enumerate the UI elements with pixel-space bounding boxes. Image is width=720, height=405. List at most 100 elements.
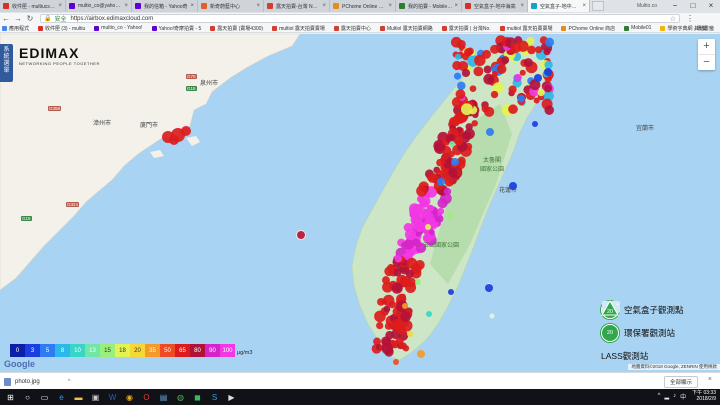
network-icon[interactable]: ▂ [664, 393, 669, 400]
sensor-dot[interactable] [437, 178, 445, 186]
sensor-dot[interactable] [382, 294, 395, 307]
windows-start-icon[interactable]: ⊞ [4, 391, 17, 403]
sensor-dot[interactable] [517, 94, 525, 103]
line-icon[interactable]: ◼ [191, 391, 204, 403]
other-bookmarks[interactable]: 其他書籤 [694, 25, 714, 32]
sensor-dot[interactable] [394, 255, 402, 263]
download-item[interactable]: photo.jpg [4, 377, 40, 386]
sensor-dot[interactable] [456, 39, 466, 49]
sensor-dot[interactable] [297, 231, 305, 239]
sensor-dot[interactable] [427, 204, 435, 212]
sensor-dot[interactable] [544, 68, 552, 76]
sensor-dot[interactable] [445, 158, 452, 165]
bookmark-item[interactable]: 收件匣 (3) - multiu [38, 25, 85, 32]
back-button[interactable]: ← [0, 14, 12, 23]
sensor-dot[interactable] [490, 90, 499, 99]
sensor-dot[interactable] [437, 198, 448, 209]
skype-icon[interactable]: S [208, 391, 221, 403]
sensor-dot[interactable] [414, 259, 425, 270]
sensor-dot[interactable] [384, 347, 394, 357]
sensor-dot[interactable] [487, 76, 495, 84]
sensor-dot[interactable] [543, 84, 553, 93]
browser-menu-icon[interactable]: ⋮ [686, 14, 694, 23]
bookmark-item[interactable]: 露天拍賣 | 台灣No. [441, 25, 491, 32]
sensor-dot[interactable] [466, 47, 474, 55]
sensor-dot[interactable] [415, 279, 421, 285]
tab-close-icon[interactable]: × [256, 3, 260, 9]
close-window-button[interactable]: × [702, 0, 720, 13]
sensor-dot[interactable] [482, 49, 491, 59]
sensor-dot[interactable] [402, 303, 408, 309]
browser-tab[interactable]: 收件匣 - multiucs@g × [0, 0, 66, 12]
bookmark-item[interactable]: Mobile01 [624, 25, 651, 31]
bookmark-item[interactable]: multiol 露天拍賣賣場 [499, 25, 552, 32]
sensor-dot[interactable] [544, 105, 554, 115]
reload-button[interactable]: ↻ [24, 14, 36, 23]
browser-tab[interactable]: 我的拍賣 - Mobile01 × [396, 0, 462, 12]
sensor-dot[interactable] [451, 158, 459, 166]
sensor-dot[interactable] [519, 69, 526, 76]
clock[interactable]: 下午 03:33 2018/2/9 [692, 390, 716, 402]
browser-tab[interactable]: 空氣盒子-地中海AQ × [528, 0, 590, 12]
browser-tab[interactable]: 我的信箱 - Yahoo奇 × [132, 0, 198, 12]
sensor-dot[interactable] [491, 70, 498, 77]
sensor-dot[interactable] [374, 310, 386, 323]
sensor-dot[interactable] [543, 48, 551, 56]
sensor-dot[interactable] [453, 72, 462, 80]
sensor-dot[interactable] [449, 141, 455, 147]
sensor-dot[interactable] [484, 106, 495, 117]
sensor-dot[interactable] [426, 311, 432, 317]
sensor-dot[interactable] [385, 330, 394, 340]
media-player-icon[interactable]: ▶ [225, 391, 238, 403]
sensor-dot[interactable] [455, 89, 466, 100]
sensor-dot[interactable] [486, 128, 494, 136]
air-quality-map[interactable]: 系 統 選 單 EDIMAX NETWORKING PEOPLE TOGETHE… [0, 34, 720, 372]
tab-close-icon[interactable]: × [454, 3, 458, 9]
opera-icon[interactable]: O [140, 391, 153, 403]
sensor-dot[interactable] [425, 224, 431, 230]
sensor-dot[interactable] [388, 323, 396, 330]
sensor-dot[interactable] [535, 46, 543, 54]
sensor-dot[interactable] [391, 282, 403, 294]
bookmark-item[interactable]: 露天拍賣 (賣場4300) [210, 25, 263, 32]
sensor-dot[interactable] [447, 213, 453, 219]
sensor-dot[interactable] [446, 135, 454, 142]
sensor-dot[interactable] [421, 200, 428, 207]
sensor-dot[interactable] [427, 172, 438, 183]
sensor-dot[interactable] [483, 65, 492, 74]
sensor-dot[interactable] [496, 64, 507, 74]
sensor-dot[interactable] [383, 305, 391, 313]
bookmark-item[interactable]: Yahoo!奇摩拍賣 - 5 [151, 25, 201, 32]
bookmark-item[interactable]: multiol 露天拍賣賣場 [272, 25, 325, 32]
sensor-dot[interactable] [181, 126, 191, 136]
sensor-dot[interactable] [448, 167, 458, 177]
sensor-dot[interactable] [169, 135, 179, 145]
input-method-icon[interactable]: 中 [680, 392, 686, 401]
sensor-dot[interactable] [393, 359, 399, 365]
sensor-dot[interactable] [434, 215, 442, 223]
download-options-chevron[interactable]: ^ [68, 379, 71, 385]
address-url[interactable]: https://airbox.edimaxcloud.com [71, 16, 670, 22]
sensor-dot[interactable] [404, 228, 417, 240]
forward-button[interactable]: → [12, 14, 24, 23]
sensor-dot[interactable] [412, 214, 422, 224]
site-row-lass[interactable]: 20 LASS觀測站 [601, 300, 684, 366]
wechat-icon[interactable]: ◍ [174, 391, 187, 403]
browser-tab[interactable]: PChome Online 商店 × [330, 0, 396, 12]
sensor-dot[interactable] [400, 241, 409, 250]
minimize-button[interactable]: − [666, 0, 684, 13]
sensor-dot[interactable] [417, 350, 425, 358]
sensor-dot[interactable] [376, 321, 384, 330]
bookmark-item[interactable]: 露天拍賣中心 [333, 25, 371, 32]
sensor-dot[interactable] [537, 89, 545, 97]
bookmark-item[interactable]: PChome Online 商店 [561, 25, 615, 32]
tab-close-icon[interactable]: × [58, 3, 62, 9]
sensor-dot[interactable] [455, 139, 462, 147]
zoom-in-button[interactable]: + [698, 39, 715, 54]
bookmark-item[interactable]: Multiol 露天拍賣網路 [379, 25, 433, 32]
store-icon[interactable]: ▣ [89, 391, 102, 403]
tab-close-icon[interactable]: × [520, 3, 524, 9]
tab-close-icon[interactable]: × [124, 3, 128, 9]
system-menu-button[interactable]: 系 統 選 單 [0, 44, 13, 82]
file-explorer-icon[interactable]: ▬ [72, 391, 85, 403]
